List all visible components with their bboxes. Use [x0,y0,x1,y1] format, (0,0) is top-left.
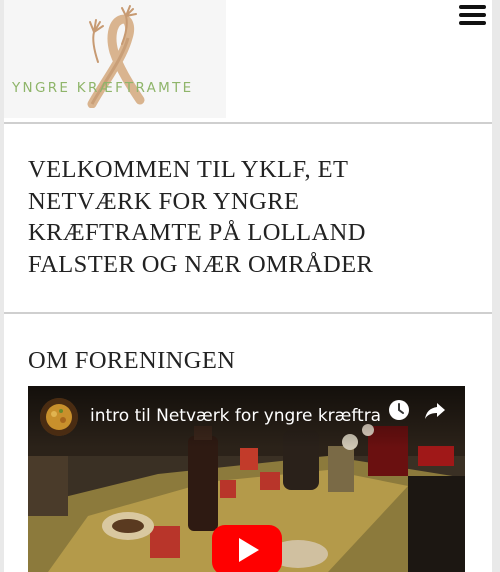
play-triangle [239,538,259,562]
site-header: YNGRE KRÆFTRAMTE [4,0,492,124]
channel-avatar[interactable] [40,398,78,436]
logo-text: YNGRE KRÆFTRAMTE [12,80,194,96]
watch-later-clock-icon[interactable] [388,399,410,421]
site-logo[interactable]: YNGRE KRÆFTRAMTE [4,0,226,118]
video-embed[interactable]: intro til Netværk for yngre kræftra... [28,386,465,572]
share-arrow-icon[interactable] [424,399,446,421]
hamburger-menu-icon[interactable] [459,5,487,27]
video-title[interactable]: intro til Netværk for yngre kræftra... [90,406,380,426]
play-button-icon[interactable] [212,525,282,572]
welcome-section: VELKOMMEN TIL YKLF, ET NETVÆRK FOR YNGRE… [4,124,492,314]
welcome-heading: VELKOMMEN TIL YKLF, ET NETVÆRK FOR YNGRE… [28,156,374,278]
about-section: OM FORENINGEN intro til Netværk for yngr… [4,314,492,572]
page: YNGRE KRÆFTRAMTE VELKOMMEN TIL YKLF, ET … [4,0,492,572]
about-heading: OM FORENINGEN [28,347,236,374]
